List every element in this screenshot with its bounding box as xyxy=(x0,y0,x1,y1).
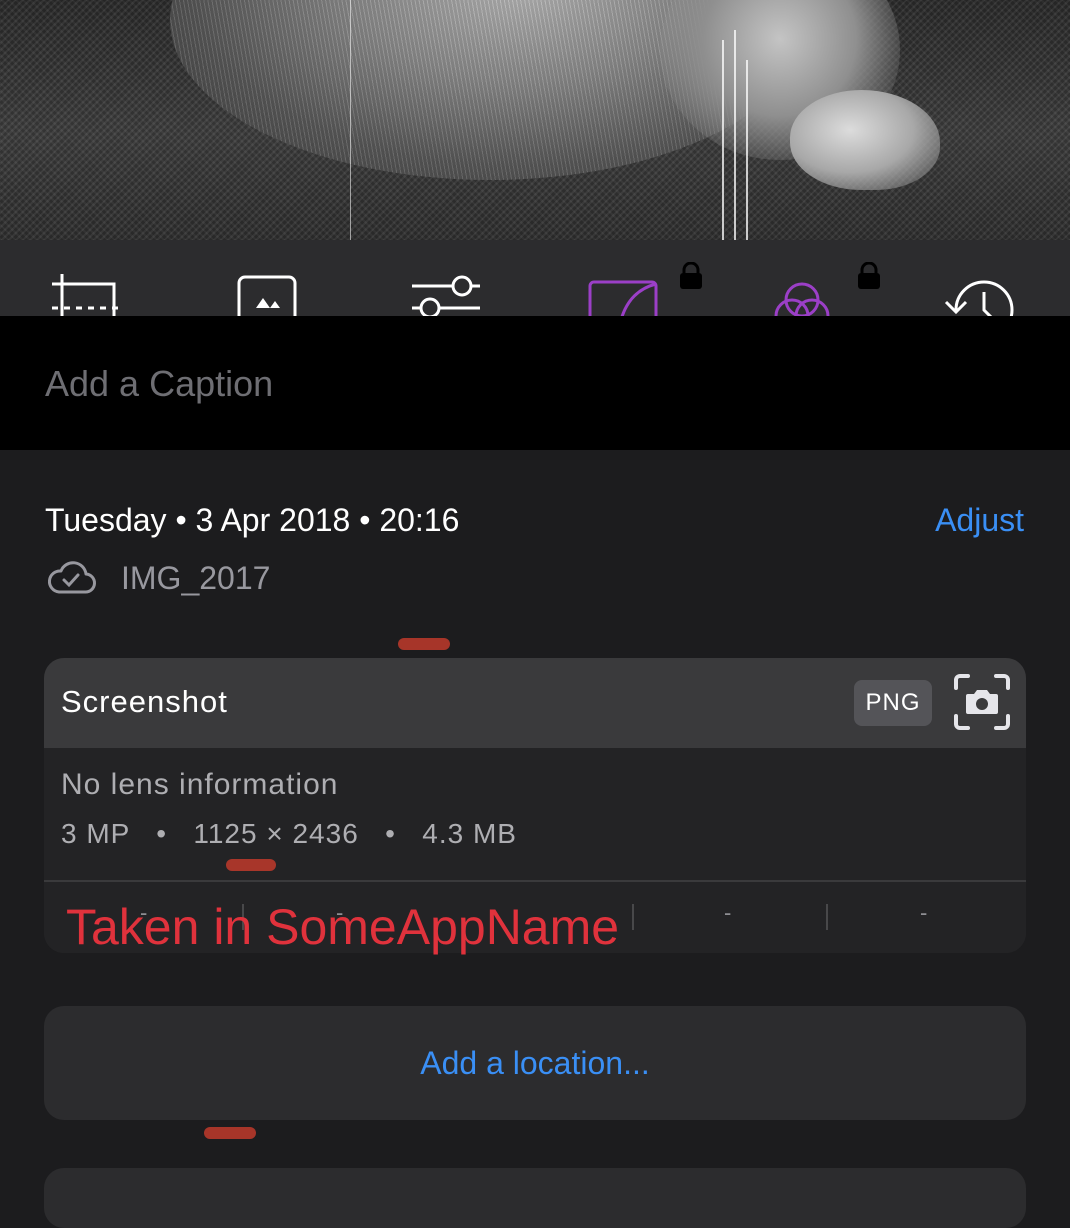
screenshot-camera-icon xyxy=(954,674,1010,730)
date-separator: • xyxy=(359,502,371,538)
filters-icon[interactable] xyxy=(768,280,848,316)
photo-cat-paw xyxy=(790,90,940,190)
format-badge: PNG xyxy=(854,680,932,726)
history-icon[interactable] xyxy=(944,276,1024,316)
redaction-mark xyxy=(204,1127,256,1139)
metadata-header: Screenshot PNG xyxy=(44,658,1026,748)
photo-whisker xyxy=(746,60,748,240)
file-size: 4.3 MB xyxy=(422,818,517,849)
caption-bar xyxy=(0,316,1070,450)
crop-guide-line xyxy=(350,0,351,240)
metadata-title: Screenshot xyxy=(61,684,228,719)
exif-value: - xyxy=(724,900,732,925)
add-location-button[interactable]: Add a location... xyxy=(44,1006,1026,1120)
file-name: IMG_2017 xyxy=(121,559,271,596)
adjust-date-button[interactable]: Adjust xyxy=(935,502,1024,539)
capture-date-value: 3 Apr 2018 xyxy=(195,502,351,538)
adjust-sliders-icon[interactable] xyxy=(410,274,490,316)
lock-icon xyxy=(856,261,882,290)
frame-icon[interactable] xyxy=(236,274,316,316)
spec-separator: • xyxy=(156,818,168,849)
capture-time: 20:16 xyxy=(379,502,460,538)
lens-info: No lens information xyxy=(61,768,339,801)
file-info: IMG_2017 xyxy=(45,558,270,598)
divider xyxy=(44,880,1026,882)
spec-separator: • xyxy=(385,818,396,849)
lock-icon xyxy=(678,261,704,290)
date-separator: • xyxy=(175,502,187,538)
dimensions: 1125 × 2436 xyxy=(193,818,359,849)
curves-icon[interactable] xyxy=(588,280,668,316)
crop-icon[interactable] xyxy=(48,270,128,316)
add-location-label: Add a location... xyxy=(420,1044,650,1081)
image-specs: 3 MP • 1125 × 2436 • 4.3 MB xyxy=(61,818,517,850)
capture-date: Tuesday • 3 Apr 2018 • 20:16 xyxy=(45,502,459,539)
redaction-mark xyxy=(226,859,276,871)
megapixels: 3 MP xyxy=(61,818,130,849)
edit-toolbar xyxy=(0,240,1070,316)
photo-whisker xyxy=(722,40,724,240)
capture-day: Tuesday xyxy=(45,502,167,538)
caption-input[interactable] xyxy=(45,356,1025,412)
photo-preview[interactable] xyxy=(0,0,1070,240)
divider xyxy=(632,904,634,930)
redaction-mark xyxy=(398,638,450,650)
annotation-overlay: Taken in SomeAppName xyxy=(66,899,620,955)
icloud-synced-icon xyxy=(47,561,96,594)
next-section-card xyxy=(44,1168,1026,1228)
exif-value: - xyxy=(920,900,928,925)
photo-whisker xyxy=(734,30,736,240)
divider xyxy=(826,904,828,930)
